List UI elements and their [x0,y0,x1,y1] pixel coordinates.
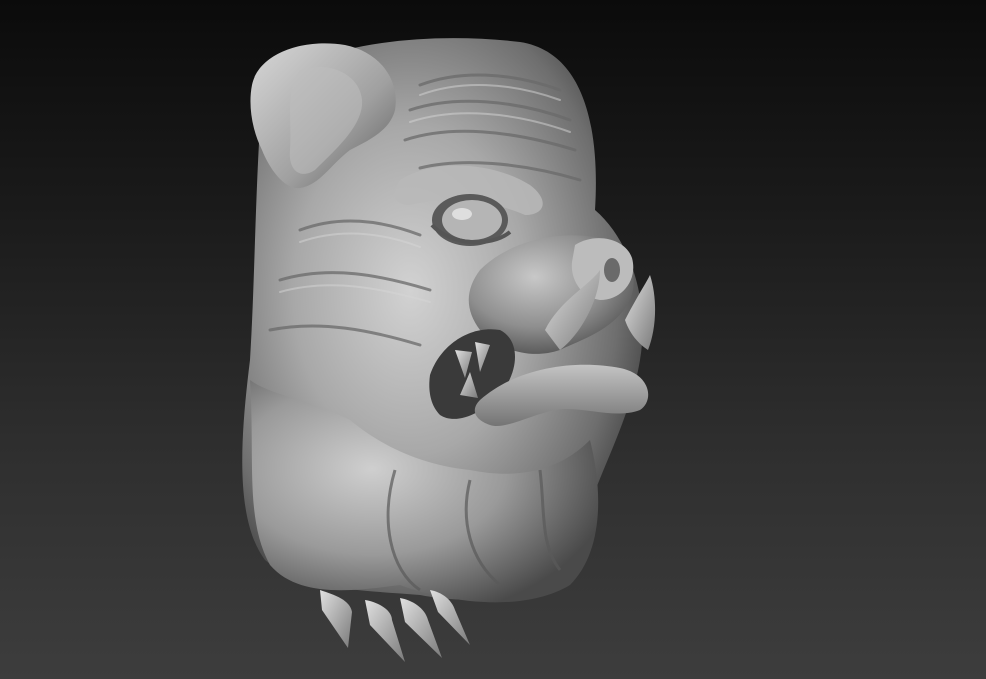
nostril [604,258,620,282]
chin-spikes [320,590,470,662]
bulldog-head-sculpt[interactable] [0,0,986,679]
viewport-canvas[interactable] [0,0,986,679]
